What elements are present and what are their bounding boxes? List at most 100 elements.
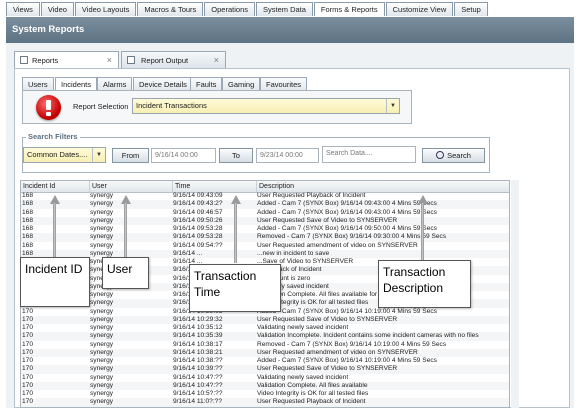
search-input[interactable]: Search Data.... bbox=[322, 146, 416, 163]
report-selection-value: Incident Transactions bbox=[136, 101, 207, 110]
cell-user: synergy bbox=[90, 398, 114, 406]
cell-time: 9/16/14 10:29:32 bbox=[173, 315, 223, 323]
cell-time: 9/16/14 10:5?:?? bbox=[173, 390, 223, 397]
cell-user: synergy bbox=[90, 373, 114, 381]
table-row[interactable]: 170 synergy 9/16/14 10:29:32 User Requested… bbox=[21, 315, 509, 324]
table-row[interactable]: 168 synergy 9/16/14 ... ...new in incident … bbox=[21, 249, 509, 258]
report-selection-label: Report Selection bbox=[73, 102, 129, 111]
cell-user: synergy bbox=[90, 324, 114, 331]
cell-incident-id: 168 bbox=[22, 216, 34, 224]
cell-description: Added - Cam 7 (SYNX Box) 9/16/14 10:19:0… bbox=[257, 357, 437, 364]
cell-description: Validating newly saved incident bbox=[257, 324, 349, 331]
subtab-device-details[interactable]: Device Details bbox=[133, 77, 193, 90]
table-scrollbar[interactable] bbox=[511, 180, 519, 408]
table-row[interactable]: 168 synergy 9/16/14 09:43:2? Added - Cam 7 … bbox=[21, 200, 509, 209]
subtab-users[interactable]: Users bbox=[22, 77, 54, 90]
window-title: System Reports bbox=[6, 17, 574, 43]
table-row[interactable]: 168 synergy 9/16/14 09:53:28 Added - Cam 7 … bbox=[21, 225, 509, 233]
search-icon bbox=[436, 151, 445, 159]
top-nav: Views Video Video Layouts Macros & Tours Ope… bbox=[6, 2, 489, 17]
tab-reports-label: Reports bbox=[32, 56, 59, 65]
subtab-alarms[interactable]: Alarms bbox=[97, 77, 133, 90]
subtab-favourites[interactable]: Favourites bbox=[260, 77, 308, 90]
to-button[interactable]: To bbox=[219, 148, 253, 163]
subtab-faults[interactable]: Faults bbox=[190, 77, 223, 90]
cell-time: 9/16/14 10:35:39 bbox=[173, 332, 223, 340]
column-description[interactable]: Description bbox=[257, 181, 509, 192]
cell-user: synergy bbox=[90, 307, 114, 315]
cell-time: 9/16/14 10:4?:?? bbox=[173, 373, 223, 381]
top-tab-video[interactable]: Video bbox=[40, 2, 74, 16]
search-button[interactable]: Search bbox=[422, 148, 485, 163]
cell-incident-id: 170 bbox=[22, 357, 34, 364]
table-row[interactable]: 170 synergy 9/16/14 10:38:21 User Requested… bbox=[21, 348, 509, 357]
close-icon[interactable]: × bbox=[214, 52, 219, 69]
cell-time: 9/16/14 09:46:57 bbox=[173, 208, 223, 216]
date-range-dropdown[interactable]: Common Dates.... ▼ bbox=[23, 147, 106, 163]
top-tab-forms-reports[interactable]: Forms & Reports bbox=[313, 2, 385, 16]
callout-incident-id: Incident ID bbox=[20, 257, 90, 307]
table-row[interactable]: 170 synergy 9/16/14 11:0?:?? User Requested… bbox=[21, 398, 509, 407]
chevron-down-icon: ▼ bbox=[386, 99, 399, 113]
cell-user: synergy bbox=[90, 241, 114, 249]
column-incident-id[interactable]: Incident Id bbox=[21, 181, 90, 192]
cell-user: synergy bbox=[90, 315, 114, 323]
cell-incident-id: 170 bbox=[22, 390, 34, 397]
from-date-field[interactable]: 9/16/14 00:00 bbox=[151, 148, 216, 163]
table-row[interactable]: 170 synergy 9/16/14 10:4?:?? Validating new… bbox=[21, 374, 509, 382]
table-row[interactable]: 170 synergy 9/16/14 10:35:39 Validation Inc… bbox=[21, 332, 509, 341]
cell-description: User Requested amendment of video on SYN… bbox=[257, 241, 418, 249]
cell-description: Removed - Cam 7 (SYNX Box) 9/16/14 10:19… bbox=[257, 340, 447, 348]
column-time[interactable]: Time bbox=[173, 181, 257, 192]
subtab-gaming[interactable]: Gaming bbox=[222, 77, 261, 90]
cell-time: 9/16/14 10:38:17 bbox=[173, 340, 223, 348]
cell-description: Added - Cam 7 (SYNX Box) 9/16/14 09:43:0… bbox=[257, 208, 437, 216]
cell-incident-id: 170 bbox=[22, 324, 34, 331]
column-user[interactable]: User bbox=[90, 181, 173, 192]
from-button[interactable]: From bbox=[112, 148, 149, 163]
table-row[interactable]: 170 synergy 9/16/14 10:38:?? Added - Cam 7 … bbox=[21, 357, 509, 365]
top-tab-customize-view[interactable]: Customize View bbox=[385, 2, 454, 16]
top-tab-macros-tours[interactable]: Macros & Tours bbox=[137, 2, 204, 16]
top-tab-operations[interactable]: Operations bbox=[204, 2, 255, 16]
table-row[interactable]: 168 synergy 9/16/14 09:53:28 Removed - Cam … bbox=[21, 233, 509, 242]
table-row[interactable]: 170 synergy 9/16/14 10:5?:?? Video Integrit… bbox=[21, 390, 509, 398]
top-tab-setup[interactable]: Setup bbox=[454, 2, 488, 16]
cell-description: User Requested Playback of Incident bbox=[257, 398, 366, 406]
cell-user: synergy bbox=[90, 291, 114, 298]
table-row[interactable]: 170 synergy 9/16/14 10:38:17 Removed - Cam … bbox=[21, 341, 509, 349]
callout-user: User bbox=[102, 257, 149, 289]
table-row[interactable]: 168 synergy 9/16/14 09:43:09 User Requested… bbox=[21, 192, 509, 200]
cell-description: ...new in incident to save bbox=[257, 249, 330, 257]
cell-time: 9/16/14 09:54:?? bbox=[173, 241, 223, 249]
table-row[interactable]: 170 synergy 9/16/14 10:4?:?? Validation Com… bbox=[21, 381, 509, 390]
cell-incident-id: 170 bbox=[22, 381, 34, 389]
cell-description: Added - Cam 7 (SYNX Box) 9/16/14 10:19:0… bbox=[257, 307, 437, 315]
cell-incident-id: 168 bbox=[22, 241, 34, 249]
cell-description: Video Integrity is OK for all tested fil… bbox=[257, 390, 369, 397]
cell-user: synergy bbox=[90, 381, 114, 389]
table-row[interactable]: 170 synergy 9/16/14 10:39:?? User Requested… bbox=[21, 365, 509, 374]
top-tab-system-data[interactable]: System Data bbox=[255, 2, 313, 16]
cell-time: 9/16/14 09:43:2? bbox=[173, 200, 223, 208]
report-selection-dropdown[interactable]: Incident Transactions ▼ bbox=[132, 98, 400, 114]
table-row[interactable]: 168 synergy 9/16/14 09:50:26 User Requested… bbox=[21, 216, 509, 225]
tab-report-output[interactable]: Report Output × bbox=[121, 51, 226, 68]
cell-user: synergy bbox=[90, 332, 114, 340]
cell-user: synergy bbox=[90, 200, 114, 208]
incident-alert-icon bbox=[36, 95, 61, 120]
cell-time: 9/16/14 09:53:28 bbox=[173, 233, 223, 241]
cell-user: synergy bbox=[90, 299, 114, 307]
top-tab-video-layouts[interactable]: Video Layouts bbox=[74, 2, 137, 16]
top-tab-views[interactable]: Views bbox=[6, 2, 40, 16]
chevron-down-icon: ▼ bbox=[92, 148, 105, 162]
table-row[interactable]: 168 synergy 9/16/14 09:54:?? User Requested… bbox=[21, 242, 509, 250]
to-date-field[interactable]: 9/23/14 00:00 bbox=[256, 148, 319, 163]
table-row[interactable]: 168 synergy 9/16/14 09:46:57 Added - Cam 7 … bbox=[21, 209, 509, 217]
cell-description: Removed - Cam 7 (SYNX Box) 9/16/14 09:30… bbox=[257, 233, 447, 241]
table-row[interactable]: 170 synergy 9/16/14 10:35:12 Validating new… bbox=[21, 324, 509, 332]
close-icon[interactable]: × bbox=[107, 52, 112, 69]
subtab-incidents[interactable]: Incidents bbox=[55, 77, 98, 91]
cell-description: Validation Incomplete. Incident contains… bbox=[257, 332, 479, 340]
tab-reports[interactable]: Reports × bbox=[14, 51, 119, 68]
